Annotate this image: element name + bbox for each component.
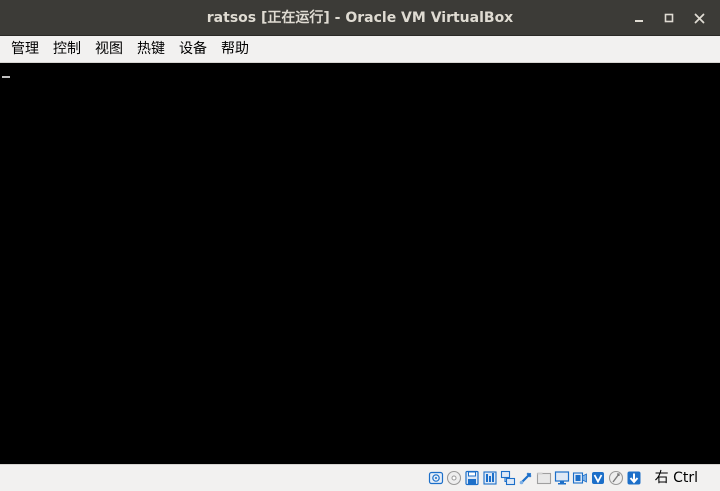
minimize-icon <box>635 20 643 22</box>
host-key-label: 右 Ctrl <box>654 470 698 486</box>
shared-folder-icon[interactable] <box>536 470 552 486</box>
usb-icon[interactable] <box>518 470 534 486</box>
maximize-icon <box>664 13 674 23</box>
close-button[interactable] <box>684 0 714 36</box>
text-cursor <box>2 76 10 78</box>
display-icon[interactable] <box>554 470 570 486</box>
cpu-icon[interactable] <box>590 470 606 486</box>
audio-icon[interactable] <box>482 470 498 486</box>
network-icon[interactable] <box>500 470 516 486</box>
vm-display[interactable] <box>0 63 720 464</box>
window-title: ratsos [正在运行] - Oracle VM VirtualBox <box>206 10 514 26</box>
virtualbox-window: ratsos [正在运行] - Oracle VM VirtualBox 管理 … <box>0 0 720 491</box>
status-bar: 右 Ctrl <box>0 464 720 491</box>
mouse-integration-icon[interactable] <box>608 470 624 486</box>
hard-disk-icon[interactable] <box>428 470 444 486</box>
optical-drive-icon[interactable] <box>446 470 462 486</box>
menu-machine[interactable]: 管理 <box>4 36 46 62</box>
menu-control[interactable]: 控制 <box>46 36 88 62</box>
window-controls <box>624 0 714 36</box>
floppy-icon[interactable] <box>464 470 480 486</box>
host-key-icon[interactable] <box>626 470 642 486</box>
menu-view[interactable]: 视图 <box>88 36 130 62</box>
menu-devices[interactable]: 设备 <box>172 36 214 62</box>
video-capture-icon[interactable] <box>572 470 588 486</box>
status-indicators <box>426 469 642 487</box>
menu-bar: 管理 控制 视图 热键 设备 帮助 <box>0 36 720 63</box>
menu-help[interactable]: 帮助 <box>214 36 256 62</box>
minimize-button[interactable] <box>624 0 654 36</box>
close-icon <box>694 13 704 23</box>
title-bar[interactable]: ratsos [正在运行] - Oracle VM VirtualBox <box>0 0 720 36</box>
menu-input[interactable]: 热键 <box>130 36 172 62</box>
maximize-button[interactable] <box>654 0 684 36</box>
